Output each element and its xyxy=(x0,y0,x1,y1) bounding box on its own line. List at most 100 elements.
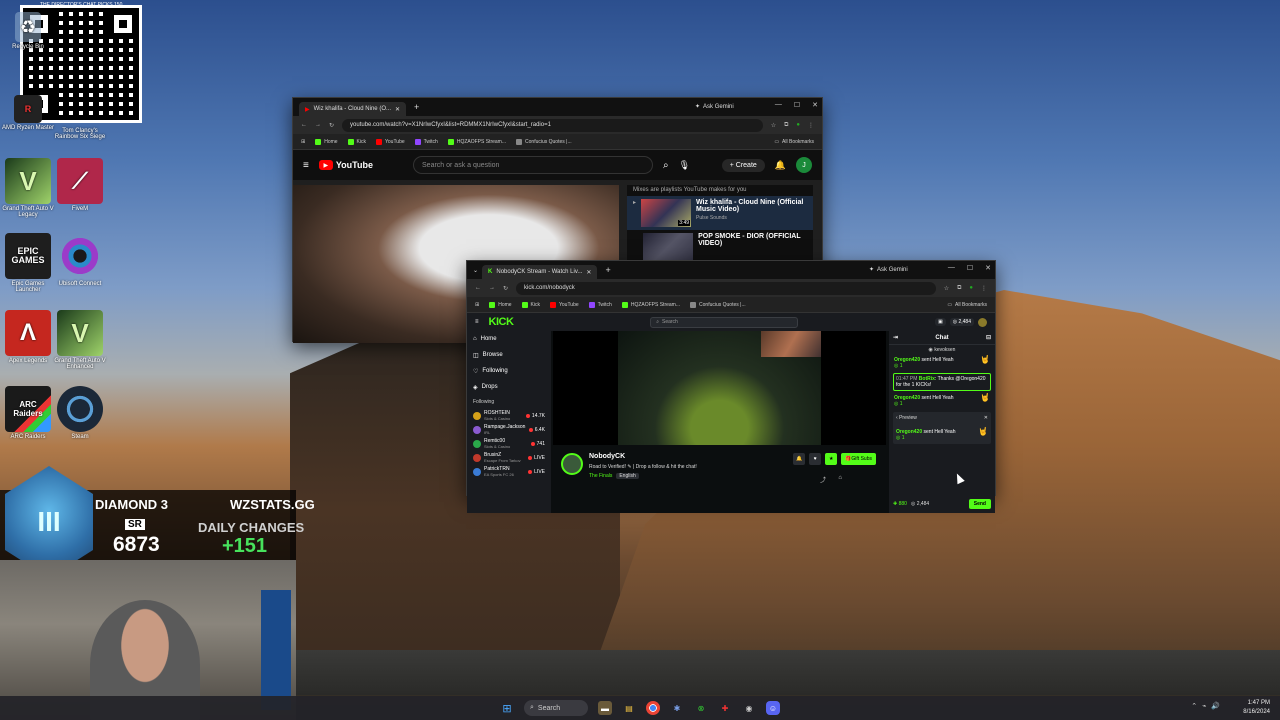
apps-grid-icon[interactable]: ⊞ xyxy=(301,139,305,145)
kick-search-input[interactable]: ⌕ Search xyxy=(650,316,799,328)
share-icon[interactable]: ⤴ xyxy=(820,475,826,484)
taskbar-clock[interactable]: 1:47 PM 8/16/2024 xyxy=(1243,699,1270,717)
subscribe-icon[interactable]: ★ xyxy=(825,453,838,465)
lock-icon[interactable]: ⌂ xyxy=(838,475,842,481)
close-preview-icon[interactable]: ✕ xyxy=(984,415,988,421)
new-tab-button[interactable]: + xyxy=(605,265,610,275)
all-bookmarks[interactable]: ▭ All Bookmarks xyxy=(947,302,987,308)
menu-kebab-icon[interactable]: ⋮ xyxy=(981,285,987,292)
network-icon[interactable]: ⌁ xyxy=(1202,702,1206,710)
kick-tab[interactable]: K NobodyCK Stream - Watch Liv... ✕ xyxy=(482,265,598,279)
forward-icon[interactable]: → xyxy=(315,122,321,128)
url-input[interactable]: kick.com/nobodyck xyxy=(516,281,936,295)
reload-icon[interactable]: ↻ xyxy=(503,285,508,292)
streamer-name[interactable]: NobodyCK xyxy=(589,453,625,460)
close-window-icon[interactable]: ✕ xyxy=(812,101,818,109)
bookmark-home[interactable]: Home xyxy=(489,301,512,308)
search-icon[interactable]: ⌕ xyxy=(663,160,669,171)
playlist-item[interactable]: ▸ 3:49 Wiz khalifa - Cloud Nine (Officia… xyxy=(627,196,813,230)
bookmark-home[interactable]: Home xyxy=(315,138,338,145)
microphone-icon[interactable]: 🎙 xyxy=(679,160,690,171)
kicks-balance[interactable]: ◎ 2,484 xyxy=(949,318,974,326)
inbox-icon[interactable]: ▣ xyxy=(934,318,946,326)
desktop-icon-gta-enhanced[interactable]: V Grand Theft Auto V Enhanced xyxy=(52,310,108,370)
extensions-icon[interactable]: ⧉ xyxy=(957,285,961,292)
taskbar-search[interactable]: ⌕ Search xyxy=(524,700,588,716)
tray-chevron-icon[interactable]: ⌃ xyxy=(1191,702,1197,710)
kicks-count[interactable]: ✚ 880 xyxy=(893,501,907,507)
close-window-icon[interactable]: ✕ xyxy=(985,264,991,272)
volume-icon[interactable]: 🔊 xyxy=(1211,702,1220,710)
menu-kebab-icon[interactable]: ⋮ xyxy=(808,122,814,129)
yt-avatar[interactable]: J xyxy=(796,157,812,173)
preview-back-icon[interactable]: ‹ Preview xyxy=(896,415,917,421)
followed-channel[interactable]: Rampage.Jackson IRL 6.4K xyxy=(467,423,551,437)
user-avatar[interactable] xyxy=(977,317,987,327)
ask-gemini-button[interactable]: ✦ Ask Gemini xyxy=(695,103,734,111)
sidebar-item-home[interactable]: ⌂ Home xyxy=(467,331,551,347)
windows-start-icon[interactable]: ⊞ xyxy=(500,701,514,715)
follow-heart-icon[interactable]: ♥ xyxy=(809,453,822,465)
followed-channel[interactable]: PatrickTRN EA Sports FC 26 LIVE xyxy=(467,465,551,479)
bookmark-kick[interactable]: Kick xyxy=(521,301,540,308)
desktop-icon-gta-legacy[interactable]: V Grand Theft Auto V Legacy xyxy=(0,158,56,218)
extension-app-icon[interactable]: ✱ xyxy=(670,701,684,715)
notifications-bell-icon[interactable]: 🔔 xyxy=(775,160,786,171)
bookmark-twitch[interactable]: Twitch xyxy=(414,138,438,145)
game-link[interactable]: The Finals xyxy=(589,473,612,479)
kick-logo[interactable]: KICK xyxy=(489,316,514,328)
followed-channel[interactable]: ROSHTEIN Slots & Casino 14.7K xyxy=(467,409,551,423)
minimize-icon[interactable]: — xyxy=(948,264,955,272)
desktop-icon-ubisoft[interactable]: Ubisoft Connect xyxy=(52,233,108,287)
tab-search-icon[interactable]: ⌄ xyxy=(473,267,478,274)
followed-channel[interactable]: BrusinZ Escape From Tarkov LIVE xyxy=(467,451,551,465)
streamer-avatar[interactable] xyxy=(561,453,583,475)
desktop-icon-steam[interactable]: Steam xyxy=(52,386,108,440)
close-tab-icon[interactable]: ✕ xyxy=(395,106,400,113)
maximize-icon[interactable]: ☐ xyxy=(967,264,973,272)
extensions-icon[interactable]: ⧉ xyxy=(784,122,788,129)
bookmark-youtube[interactable]: YouTube xyxy=(376,138,405,145)
notification-bell-icon[interactable]: 🔔 xyxy=(792,453,806,465)
bookmark-kick[interactable]: Kick xyxy=(347,138,366,145)
discord-icon[interactable]: ☺ xyxy=(766,701,780,715)
gaming-app-icon[interactable]: ✚ xyxy=(718,701,732,715)
bookmark-star-icon[interactable]: ☆ xyxy=(944,285,949,292)
bookmark-hqzao[interactable]: HQZAOFPS Stream... xyxy=(447,138,506,145)
sidebar-item-drops[interactable]: ◈ Drops xyxy=(467,379,551,395)
url-input[interactable]: youtube.com/watch?v=X1NrIwCfyxI&list=RDM… xyxy=(342,118,763,132)
hamburger-menu-icon[interactable]: ≡ xyxy=(303,160,309,171)
profile-avatar[interactable]: ● xyxy=(796,122,800,128)
reload-icon[interactable]: ↻ xyxy=(329,122,334,129)
maximize-icon[interactable]: ☐ xyxy=(794,101,800,109)
bookmark-confucius[interactable]: Confucius Quotes |... xyxy=(516,138,572,145)
yt-tab[interactable]: ▶ Wiz khalifa - Cloud Nine (O... ✕ xyxy=(299,102,407,116)
chrome-icon[interactable] xyxy=(646,701,660,715)
send-button[interactable]: Send xyxy=(968,499,991,509)
widget-icon[interactable]: ▬ xyxy=(598,701,612,715)
bookmark-youtube[interactable]: YouTube xyxy=(550,301,579,308)
back-icon[interactable]: ← xyxy=(475,285,481,291)
gift-subs-button[interactable]: 🎁 Gift Subs xyxy=(841,453,876,465)
all-bookmarks[interactable]: ▭ All Bookmarks xyxy=(774,139,814,145)
bookmark-hqzao[interactable]: HQZAOFPS Stream... xyxy=(621,301,680,308)
bookmark-confucius[interactable]: Confucius Quotes |... xyxy=(690,301,746,308)
new-tab-button[interactable]: + xyxy=(414,102,419,112)
desktop-icon-arc-raiders[interactable]: ARC Raiders ARC Raiders xyxy=(0,386,56,440)
file-explorer-icon[interactable]: ▤ xyxy=(622,701,636,715)
collapse-chat-icon[interactable]: ⇥ xyxy=(893,334,898,341)
language-tag[interactable]: English xyxy=(616,473,639,479)
hamburger-menu-icon[interactable]: ≡ xyxy=(475,319,479,325)
kick-video-player[interactable] xyxy=(553,331,886,445)
close-tab-icon[interactable]: ✕ xyxy=(586,269,591,276)
yt-search-input[interactable]: Search or ask a question xyxy=(413,156,654,174)
followed-channel[interactable]: Remtic00 Slots & Casino 741 xyxy=(467,437,551,451)
apps-grid-icon[interactable]: ⊞ xyxy=(475,302,479,308)
xbox-icon[interactable]: ⊗ xyxy=(694,701,708,715)
create-button[interactable]: + Create xyxy=(721,158,765,172)
desktop-icon-epic-games[interactable]: EPIC GAMES Epic Games Launcher xyxy=(0,233,56,293)
desktop-icon-rainbow-six[interactable]: Tom Clancy's Rainbow Six Siege xyxy=(52,100,108,140)
obs-icon[interactable]: ◉ xyxy=(742,701,756,715)
chat-settings-icon[interactable]: ⊟ xyxy=(986,334,991,341)
ask-gemini-button[interactable]: ✦ Ask Gemini xyxy=(869,266,908,274)
